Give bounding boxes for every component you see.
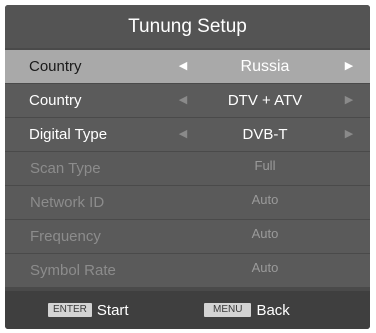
back-label: Back xyxy=(256,301,290,319)
tuning-mode-label: Country xyxy=(29,92,82,109)
arrow-right-icon[interactable]: ▶ xyxy=(342,118,356,151)
digital-type-row[interactable]: Digital Type ◀ DVB-T ▶ xyxy=(5,118,370,151)
frequency-label: Frequency xyxy=(30,228,101,245)
scan-type-value: Full xyxy=(254,158,276,173)
scan-type-label: Scan Type xyxy=(30,160,101,177)
arrow-right-icon[interactable]: ▶ xyxy=(342,50,356,83)
tuning-mode-value: DTV + ATV xyxy=(227,92,303,109)
network-id-row: Network ID Auto xyxy=(5,186,370,219)
scan-type-row: Scan Type Full xyxy=(5,152,370,185)
menu-key-badge: MENU xyxy=(204,303,252,317)
start-label: Start xyxy=(96,301,129,319)
digital-type-label: Digital Type xyxy=(29,126,108,143)
digital-type-value: DVB-T xyxy=(242,126,288,143)
country-label: Country xyxy=(29,58,82,75)
frequency-row: Frequency Auto xyxy=(5,220,370,253)
frequency-value: Auto xyxy=(251,226,279,241)
arrow-right-icon[interactable]: ▶ xyxy=(342,84,356,117)
network-id-value: Auto xyxy=(251,192,279,207)
symbol-rate-value: Auto xyxy=(251,260,279,275)
arrow-left-icon[interactable]: ◀ xyxy=(176,50,190,83)
start-action[interactable]: ENTER Start xyxy=(48,291,129,329)
network-id-label: Network ID xyxy=(30,194,105,211)
back-action[interactable]: MENU Back xyxy=(204,291,290,329)
tuning-setup-dialog: Tunung Setup Country ◀ Russia ▶ Country … xyxy=(5,5,370,329)
symbol-rate-label: Symbol Rate xyxy=(30,262,116,279)
country-value: Russia xyxy=(240,58,290,75)
arrow-left-icon[interactable]: ◀ xyxy=(176,118,190,151)
country-row[interactable]: Country ◀ Russia ▶ xyxy=(5,50,370,83)
settings-menu: Country ◀ Russia ▶ Country ◀ DTV + ATV ▶… xyxy=(5,50,370,288)
symbol-rate-row: Symbol Rate Auto xyxy=(5,254,370,287)
tuning-mode-row[interactable]: Country ◀ DTV + ATV ▶ xyxy=(5,84,370,117)
footer-bar: ENTER Start MENU Back xyxy=(5,291,370,329)
dialog-title: Tunung Setup xyxy=(5,5,370,48)
arrow-left-icon[interactable]: ◀ xyxy=(176,84,190,117)
enter-key-badge: ENTER xyxy=(48,303,92,317)
